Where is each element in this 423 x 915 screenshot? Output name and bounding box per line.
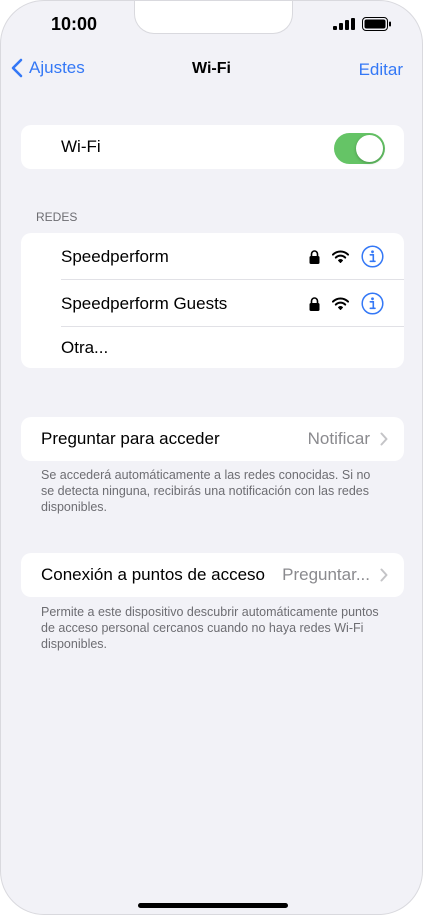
hotspot-label: Conexión a puntos de acceso [41, 565, 265, 584]
wifi-signal-icon [332, 250, 349, 263]
chevron-right-icon [380, 568, 388, 582]
hotspot-value: Preguntar... [282, 565, 370, 584]
wifi-signal-icon [332, 297, 349, 310]
battery-icon [362, 17, 391, 31]
cellular-signal-icon [333, 18, 355, 30]
ask-to-join-value: Notificar [307, 429, 370, 448]
notch [134, 1, 293, 34]
hotspot-footer: Permite a este dispositivo descubrir aut… [41, 605, 379, 651]
ask-to-join-card: Preguntar para acceder Notificar [21, 417, 404, 461]
ask-to-join-row[interactable]: Preguntar para acceder Notificar [21, 417, 404, 461]
networks-section-header: REDES [36, 210, 78, 224]
network-row-other[interactable]: Otra... [21, 327, 404, 368]
network-row-speedperform[interactable]: Speedperform [21, 233, 404, 280]
wifi-toggle-label: Wi-Fi [61, 137, 101, 156]
ask-to-join-footer: Se accederá automáticamente a las redes … [41, 468, 371, 514]
wifi-toggle-switch[interactable] [334, 133, 385, 164]
network-row-speedperform-guests[interactable]: Speedperform Guests [21, 280, 404, 327]
hotspot-row[interactable]: Conexión a puntos de acceso Preguntar... [21, 553, 404, 597]
edit-button[interactable]: Editar [359, 60, 403, 80]
lock-icon [309, 249, 320, 264]
network-name: Speedperform Guests [61, 293, 228, 313]
chevron-right-icon [380, 432, 388, 446]
info-icon[interactable] [361, 292, 384, 315]
info-icon[interactable] [361, 245, 384, 268]
networks-list: Speedperform Speedperform Guests Otra... [21, 233, 404, 368]
home-indicator[interactable] [138, 903, 288, 908]
status-time: 10:00 [51, 14, 98, 34]
phone-screen: 10:00 Ajustes Wi-Fi Editar Wi-Fi REDES S… [0, 0, 423, 915]
hotspot-card: Conexión a puntos de acceso Preguntar... [21, 553, 404, 597]
lock-icon [309, 296, 320, 311]
toggle-knob [356, 135, 383, 162]
wifi-toggle-row: Wi-Fi [21, 125, 404, 169]
network-name: Otra... [61, 337, 109, 357]
ask-to-join-label: Preguntar para acceder [41, 429, 220, 448]
network-name: Speedperform [61, 246, 169, 266]
wifi-toggle-card: Wi-Fi [21, 125, 404, 169]
